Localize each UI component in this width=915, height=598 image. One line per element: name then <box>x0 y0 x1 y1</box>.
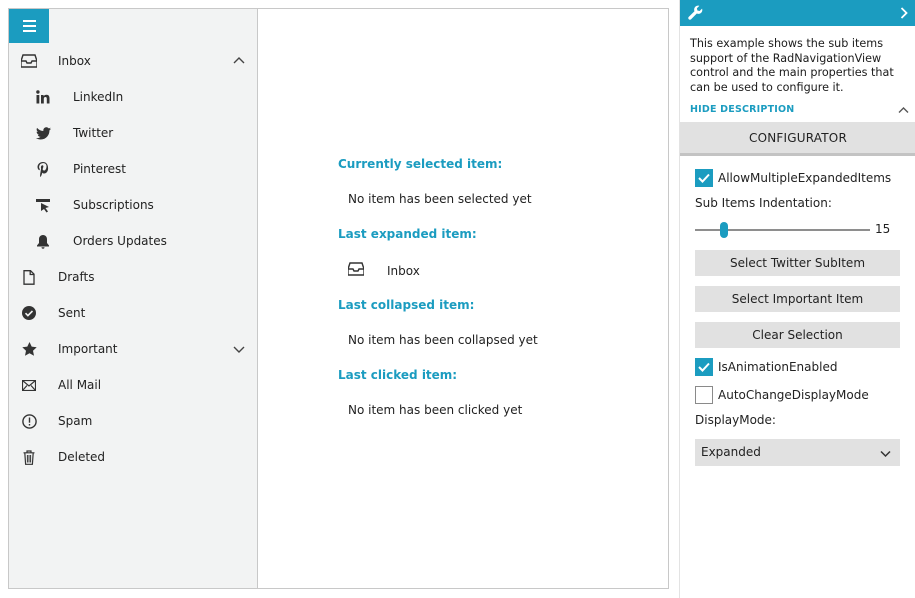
linkedin-icon <box>35 89 51 105</box>
clicked-item-value: No item has been clicked yet <box>348 403 523 417</box>
clear-selection-button[interactable]: Clear Selection <box>695 322 900 348</box>
configurator-panel: This example shows the sub items support… <box>679 0 915 598</box>
expanded-item-title: Last expanded item: <box>338 227 477 241</box>
animation-enabled-checkbox[interactable]: IsAnimationEnabled <box>695 358 837 376</box>
nav-item-label: Twitter <box>73 126 114 140</box>
indentation-label: Sub Items Indentation: <box>695 196 832 210</box>
nav-item-linkedin[interactable]: LinkedIn <box>9 79 257 115</box>
checkbox-label: AutoChangeDisplayMode <box>718 388 869 402</box>
nav-item-label: Drafts <box>58 270 95 284</box>
nav-item-label: Spam <box>58 414 93 428</box>
trash-icon <box>21 449 37 465</box>
nav-item-label: Deleted <box>58 450 106 464</box>
nav-item-all-mail[interactable]: All Mail <box>9 367 257 403</box>
selected-item-title: Currently selected item: <box>338 157 503 171</box>
display-mode-dropdown[interactable]: Expanded <box>695 439 900 466</box>
inbox-icon <box>347 262 365 279</box>
collapsed-item-value: No item has been collapsed yet <box>348 333 538 347</box>
nav-item-subscriptions[interactable]: Subscriptions <box>9 187 257 223</box>
chevron-up-icon[interactable] <box>898 103 909 117</box>
chevron-down-icon[interactable] <box>233 343 245 355</box>
hide-description-link[interactable]: HIDE DESCRIPTION <box>690 104 794 115</box>
expanded-item-label: Inbox <box>387 263 420 278</box>
nav-item-pinterest[interactable]: Pinterest <box>9 151 257 187</box>
clicked-item-title: Last clicked item: <box>338 368 458 382</box>
envelope-icon <box>21 377 37 393</box>
checkbox-label: AllowMultipleExpandedItems <box>718 171 892 185</box>
auto-change-display-mode-checkbox[interactable]: AutoChangeDisplayMode <box>695 386 869 404</box>
indentation-slider[interactable] <box>695 220 870 240</box>
subscriptions-icon <box>35 197 51 213</box>
nav-item-label: Sent <box>58 306 86 320</box>
nav-item-label: Orders Updates <box>73 234 167 248</box>
nav-item-drafts[interactable]: Drafts <box>9 259 257 295</box>
nav-item-label: Pinterest <box>73 162 127 176</box>
nav-item-twitter[interactable]: Twitter <box>9 115 257 151</box>
nav-item-label: Important <box>58 342 118 356</box>
inbox-icon <box>21 53 37 69</box>
slider-thumb[interactable] <box>720 222 728 238</box>
display-mode-value: Expanded <box>701 445 761 459</box>
nav-item-important[interactable]: Important <box>9 331 257 367</box>
selected-item-value: No item has been selected yet <box>348 192 532 206</box>
content-area: Currently selected item: No item has bee… <box>259 9 668 588</box>
checkbox-checked[interactable] <box>695 358 713 376</box>
select-twitter-subitem-button[interactable]: Select Twitter SubItem <box>695 250 900 276</box>
nav-item-label: Inbox <box>58 54 91 68</box>
panel-header[interactable] <box>680 0 915 26</box>
display-mode-label: DisplayMode: <box>695 413 776 427</box>
collapsed-item-title: Last collapsed item: <box>338 298 475 312</box>
checkmark-icon <box>698 362 710 372</box>
navigation-pane: Inbox LinkedIn Twitter Pinterest Subscri… <box>9 9 258 588</box>
bell-icon <box>35 233 51 249</box>
chevron-right-icon[interactable] <box>900 7 908 22</box>
star-icon <box>21 341 37 357</box>
exclamation-circle-icon <box>21 413 37 429</box>
nav-item-sent[interactable]: Sent <box>9 295 257 331</box>
select-important-item-button[interactable]: Select Important Item <box>695 286 900 312</box>
nav-item-label: All Mail <box>58 378 102 392</box>
nav-item-inbox[interactable]: Inbox <box>9 43 257 79</box>
chevron-down-icon <box>880 447 891 461</box>
checkmark-icon <box>698 173 710 183</box>
document-icon <box>21 269 37 285</box>
hamburger-menu-button[interactable] <box>9 9 49 43</box>
chevron-up-icon[interactable] <box>233 55 245 67</box>
nav-item-label: LinkedIn <box>73 90 124 104</box>
example-description: This example shows the sub items support… <box>690 37 894 94</box>
nav-item-label: Subscriptions <box>73 198 154 212</box>
nav-item-orders-updates[interactable]: Orders Updates <box>9 223 257 259</box>
wrench-icon <box>688 5 703 23</box>
nav-item-deleted[interactable]: Deleted <box>9 439 257 475</box>
expanded-item-value: Inbox <box>347 262 420 279</box>
pinterest-icon <box>35 161 51 177</box>
checkbox-label: IsAnimationEnabled <box>718 360 838 374</box>
checkbox-checked[interactable] <box>695 169 713 187</box>
configurator-header: CONFIGURATOR <box>680 122 915 156</box>
hamburger-icon <box>22 20 36 22</box>
indentation-value: 15 <box>875 222 891 236</box>
checkbox-unchecked[interactable] <box>695 386 713 404</box>
checkmark-circle-icon <box>21 305 37 321</box>
twitter-icon <box>35 125 51 141</box>
nav-item-spam[interactable]: Spam <box>9 403 257 439</box>
demo-frame: Inbox LinkedIn Twitter Pinterest Subscri… <box>8 8 669 589</box>
allow-multiple-expanded-checkbox[interactable]: AllowMultipleExpandedItems <box>695 169 891 187</box>
